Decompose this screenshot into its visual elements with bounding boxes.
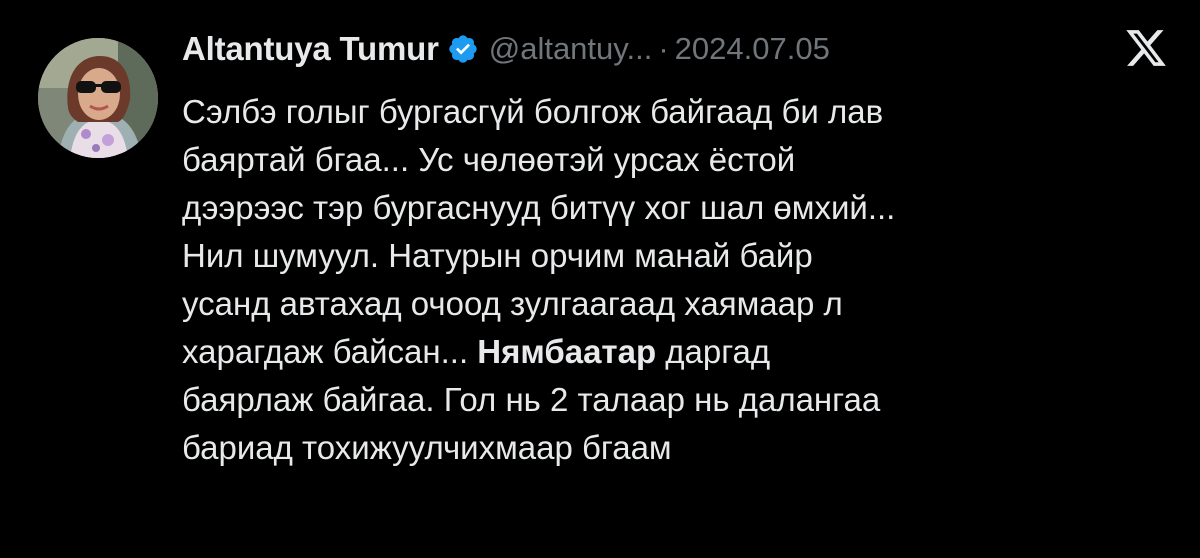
tweet-text-line: баярлаж байгаа. Гол нь 2 талаар нь далан…	[182, 381, 881, 418]
tweet-text-line: бариад тохижуулчихмаар бгаам	[182, 429, 672, 466]
tweet-date[interactable]: 2024.07.05	[675, 31, 830, 67]
tweet-text-line: Сэлбэ голыг бургасгүй болгож байгаад би …	[182, 93, 884, 130]
tweet-card: Altantuya Tumur @altantuy... · 2024.07.0…	[0, 0, 1200, 558]
tweet-text-segment: харагдаж байсан...	[182, 333, 478, 370]
verified-badge-icon	[447, 33, 479, 65]
separator-dot: ·	[658, 31, 669, 66]
tweet-text-line: харагдаж байсан... Нямбаатар даргад	[182, 328, 1182, 376]
bold-name-text: Нямбаатар	[477, 333, 657, 370]
display-name[interactable]: Altantuya Tumur	[182, 30, 439, 68]
tweet-text-line: Нил шумуул. Натурын орчим манай байр	[182, 237, 813, 274]
x-logo-icon[interactable]	[1124, 26, 1168, 70]
tweet-header: Altantuya Tumur @altantuy... · 2024.07.0…	[182, 24, 830, 74]
profile-photo-icon	[38, 38, 158, 158]
tweet-text-segment: даргад	[656, 333, 771, 370]
avatar[interactable]	[38, 38, 158, 158]
user-handle[interactable]: @altantuy...	[489, 31, 653, 67]
tweet-text-line: дээрээс тэр бургаснууд битүү хог шал өмх…	[182, 189, 896, 226]
tweet-text-line: баяртай бгаа... Ус чөлөөтэй урсах ёстой	[182, 141, 796, 178]
tweet-text-line: усанд автахад очоод зулгаагаад хаямаар л	[182, 285, 843, 322]
tweet-body: Сэлбэ голыг бургасгүй болгож байгаад би …	[182, 88, 1182, 472]
